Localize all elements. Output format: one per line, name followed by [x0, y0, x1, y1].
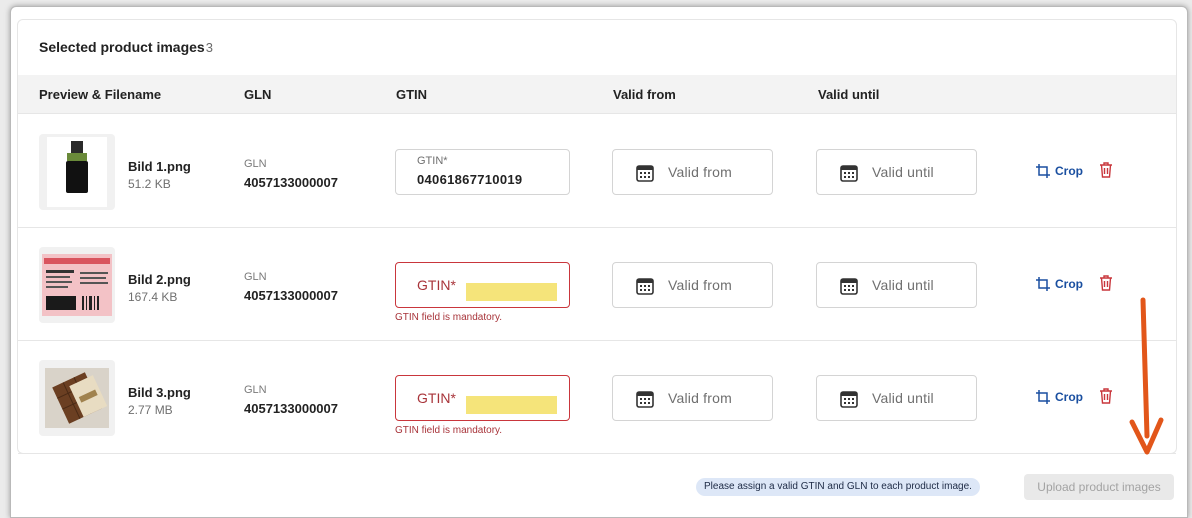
gln-label: GLN [244, 384, 267, 396]
file-size: 167.4 KB [128, 290, 178, 304]
gtin-input[interactable]: GTIN* 04061867710019 [395, 149, 570, 195]
section-title: Selected product images3 [39, 39, 213, 55]
table-row: Bild 2.png 167.4 KB GLN 4057133000007 GT… [18, 228, 1176, 341]
file-size: 51.2 KB [128, 177, 171, 191]
crop-label: Crop [1055, 277, 1083, 291]
valid-from-placeholder: Valid from [668, 390, 732, 406]
gtin-error-message: GTIN field is mandatory. [395, 425, 503, 436]
column-valid-from: Valid from [613, 87, 676, 102]
highlight-marker [466, 396, 557, 414]
gtin-error-message: GTIN field is mandatory. [395, 312, 503, 323]
column-gtin: GTIN [396, 87, 428, 102]
gln-value: 4057133000007 [244, 401, 338, 416]
crop-icon [1036, 164, 1050, 178]
gln-value: 4057133000007 [244, 288, 338, 303]
calendar-icon [636, 391, 654, 408]
table-row: Bild 1.png 51.2 KB GLN 4057133000007 GTI… [18, 115, 1176, 228]
valid-until-input[interactable]: Valid until [816, 262, 977, 308]
valid-until-input[interactable]: Valid until [816, 149, 977, 195]
table-header: Preview & Filename GLN GTIN Valid from V… [18, 75, 1176, 114]
label-image-icon[interactable] [39, 247, 115, 323]
gtin-placeholder: GTIN* [417, 277, 456, 293]
highlight-marker [466, 283, 557, 301]
column-gln: GLN [244, 87, 272, 102]
file-name: Bild 2.png [128, 272, 191, 287]
validation-notice: Please assign a valid GTIN and GLN to ea… [696, 478, 980, 496]
gtin-placeholder: GTIN* [417, 390, 456, 406]
calendar-icon [636, 165, 654, 182]
annotation-arrow-icon [1129, 297, 1164, 455]
crop-button[interactable]: Crop [1036, 390, 1083, 404]
trash-icon[interactable] [1099, 388, 1113, 404]
file-size: 2.77 MB [128, 403, 173, 417]
column-valid-until: Valid until [818, 87, 880, 102]
valid-until-placeholder: Valid until [872, 390, 934, 406]
trash-icon[interactable] [1099, 275, 1113, 291]
file-name: Bild 3.png [128, 385, 191, 400]
calendar-icon [840, 278, 858, 295]
bottle-image-icon[interactable] [39, 134, 115, 210]
gln-value: 4057133000007 [244, 175, 338, 190]
calendar-icon [840, 165, 858, 182]
valid-from-input[interactable]: Valid from [612, 262, 773, 308]
column-preview: Preview & Filename [39, 87, 162, 102]
trash-icon[interactable] [1099, 162, 1113, 178]
valid-from-input[interactable]: Valid from [612, 149, 773, 195]
calendar-icon [840, 391, 858, 408]
valid-until-input[interactable]: Valid until [816, 375, 977, 421]
valid-from-placeholder: Valid from [668, 277, 732, 293]
section-title-text: Selected product images [39, 39, 205, 55]
gtin-label: GTIN* [417, 155, 448, 167]
product-images-card: Selected product images3 Preview & Filen… [17, 19, 1177, 454]
gtin-input[interactable]: GTIN* [395, 375, 570, 421]
crop-icon [1036, 390, 1050, 404]
gtin-value: 04061867710019 [417, 172, 523, 187]
valid-from-placeholder: Valid from [668, 164, 732, 180]
crop-button[interactable]: Crop [1036, 164, 1083, 178]
chocolate-image-icon[interactable] [39, 360, 115, 436]
gln-label: GLN [244, 158, 267, 170]
valid-until-placeholder: Valid until [872, 277, 934, 293]
crop-label: Crop [1055, 390, 1083, 404]
gtin-input[interactable]: GTIN* [395, 262, 570, 308]
table-row: Bild 3.png 2.77 MB GLN 4057133000007 GTI… [18, 341, 1176, 454]
valid-until-placeholder: Valid until [872, 164, 934, 180]
gln-label: GLN [244, 271, 267, 283]
image-count: 3 [205, 40, 213, 55]
upload-product-images-button[interactable]: Upload product images [1024, 474, 1174, 500]
valid-from-input[interactable]: Valid from [612, 375, 773, 421]
crop-label: Crop [1055, 164, 1083, 178]
crop-button[interactable]: Crop [1036, 277, 1083, 291]
file-name: Bild 1.png [128, 159, 191, 174]
app-window: Selected product images3 Preview & Filen… [10, 6, 1188, 518]
crop-icon [1036, 277, 1050, 291]
calendar-icon [636, 278, 654, 295]
